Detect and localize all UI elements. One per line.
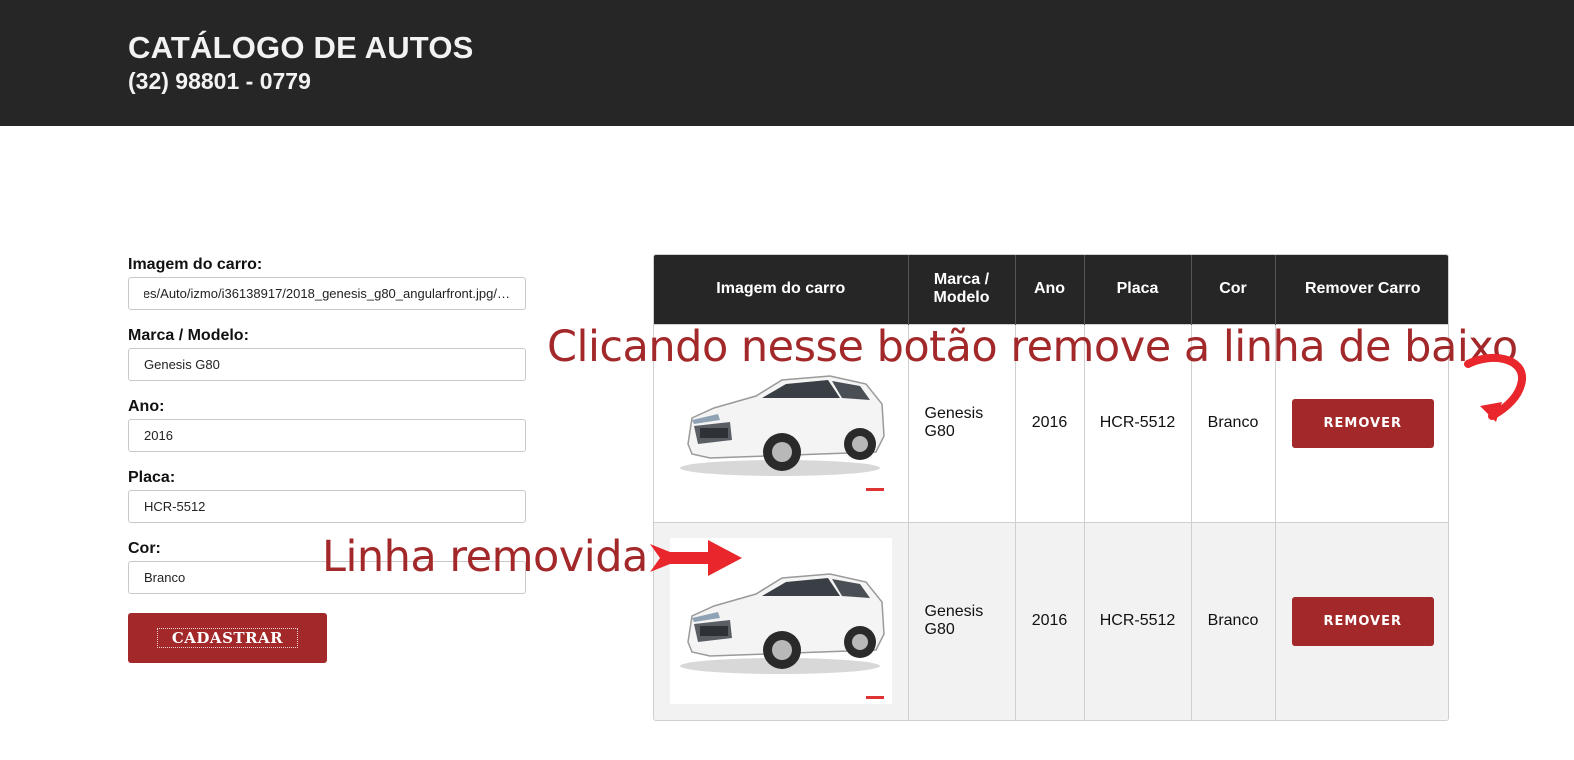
header-color: Cor xyxy=(1191,255,1276,324)
model-cell: Genesis G80 xyxy=(908,521,1016,720)
site-title: CATÁLOGO DE AUTOS xyxy=(128,30,474,65)
model-input[interactable] xyxy=(128,348,526,381)
year-label: Ano: xyxy=(128,398,165,415)
image-label: Imagem do carro: xyxy=(128,256,263,273)
plate-input[interactable] xyxy=(128,490,526,523)
header-year: Ano xyxy=(1015,255,1085,324)
right-arrow-icon xyxy=(650,540,742,576)
header-plate: Placa xyxy=(1084,255,1192,324)
curved-arrow-icon xyxy=(1464,354,1526,422)
table-header-row: Imagem do carro Marca / Modelo Ano Placa… xyxy=(654,255,1448,324)
table-row: Genesis G80 2016 HCR-5512 Branco REMOVER xyxy=(654,521,1448,720)
model-label: Marca / Modelo: xyxy=(128,327,249,344)
remove-cell: REMOVER xyxy=(1275,521,1448,720)
page-header: CATÁLOGO DE AUTOS (32) 98801 - 0779 xyxy=(0,0,1574,126)
remove-button[interactable]: REMOVER xyxy=(1291,596,1434,646)
register-button[interactable]: CADASTRAR xyxy=(128,613,327,663)
remove-button[interactable]: REMOVER xyxy=(1291,398,1434,448)
annotation-remove-explanation: Clicando nesse botão remove a linha de b… xyxy=(547,322,1518,372)
plate-label: Placa: xyxy=(128,469,176,486)
plate-cell: HCR-5512 xyxy=(1084,521,1192,720)
color-cell: Branco xyxy=(1191,521,1276,720)
image-url-input[interactable] xyxy=(128,277,526,310)
register-button-label: CADASTRAR xyxy=(156,628,299,648)
header-remove: Remover Carro xyxy=(1304,280,1421,298)
header-image: Imagem do carro xyxy=(654,255,909,324)
header-model: Marca / Modelo xyxy=(908,255,1016,324)
site-phone: (32) 98801 - 0779 xyxy=(128,68,311,94)
annotation-removed-row: Linha removida xyxy=(322,532,648,582)
year-cell: 2016 xyxy=(1015,521,1085,720)
year-input[interactable] xyxy=(128,419,526,452)
